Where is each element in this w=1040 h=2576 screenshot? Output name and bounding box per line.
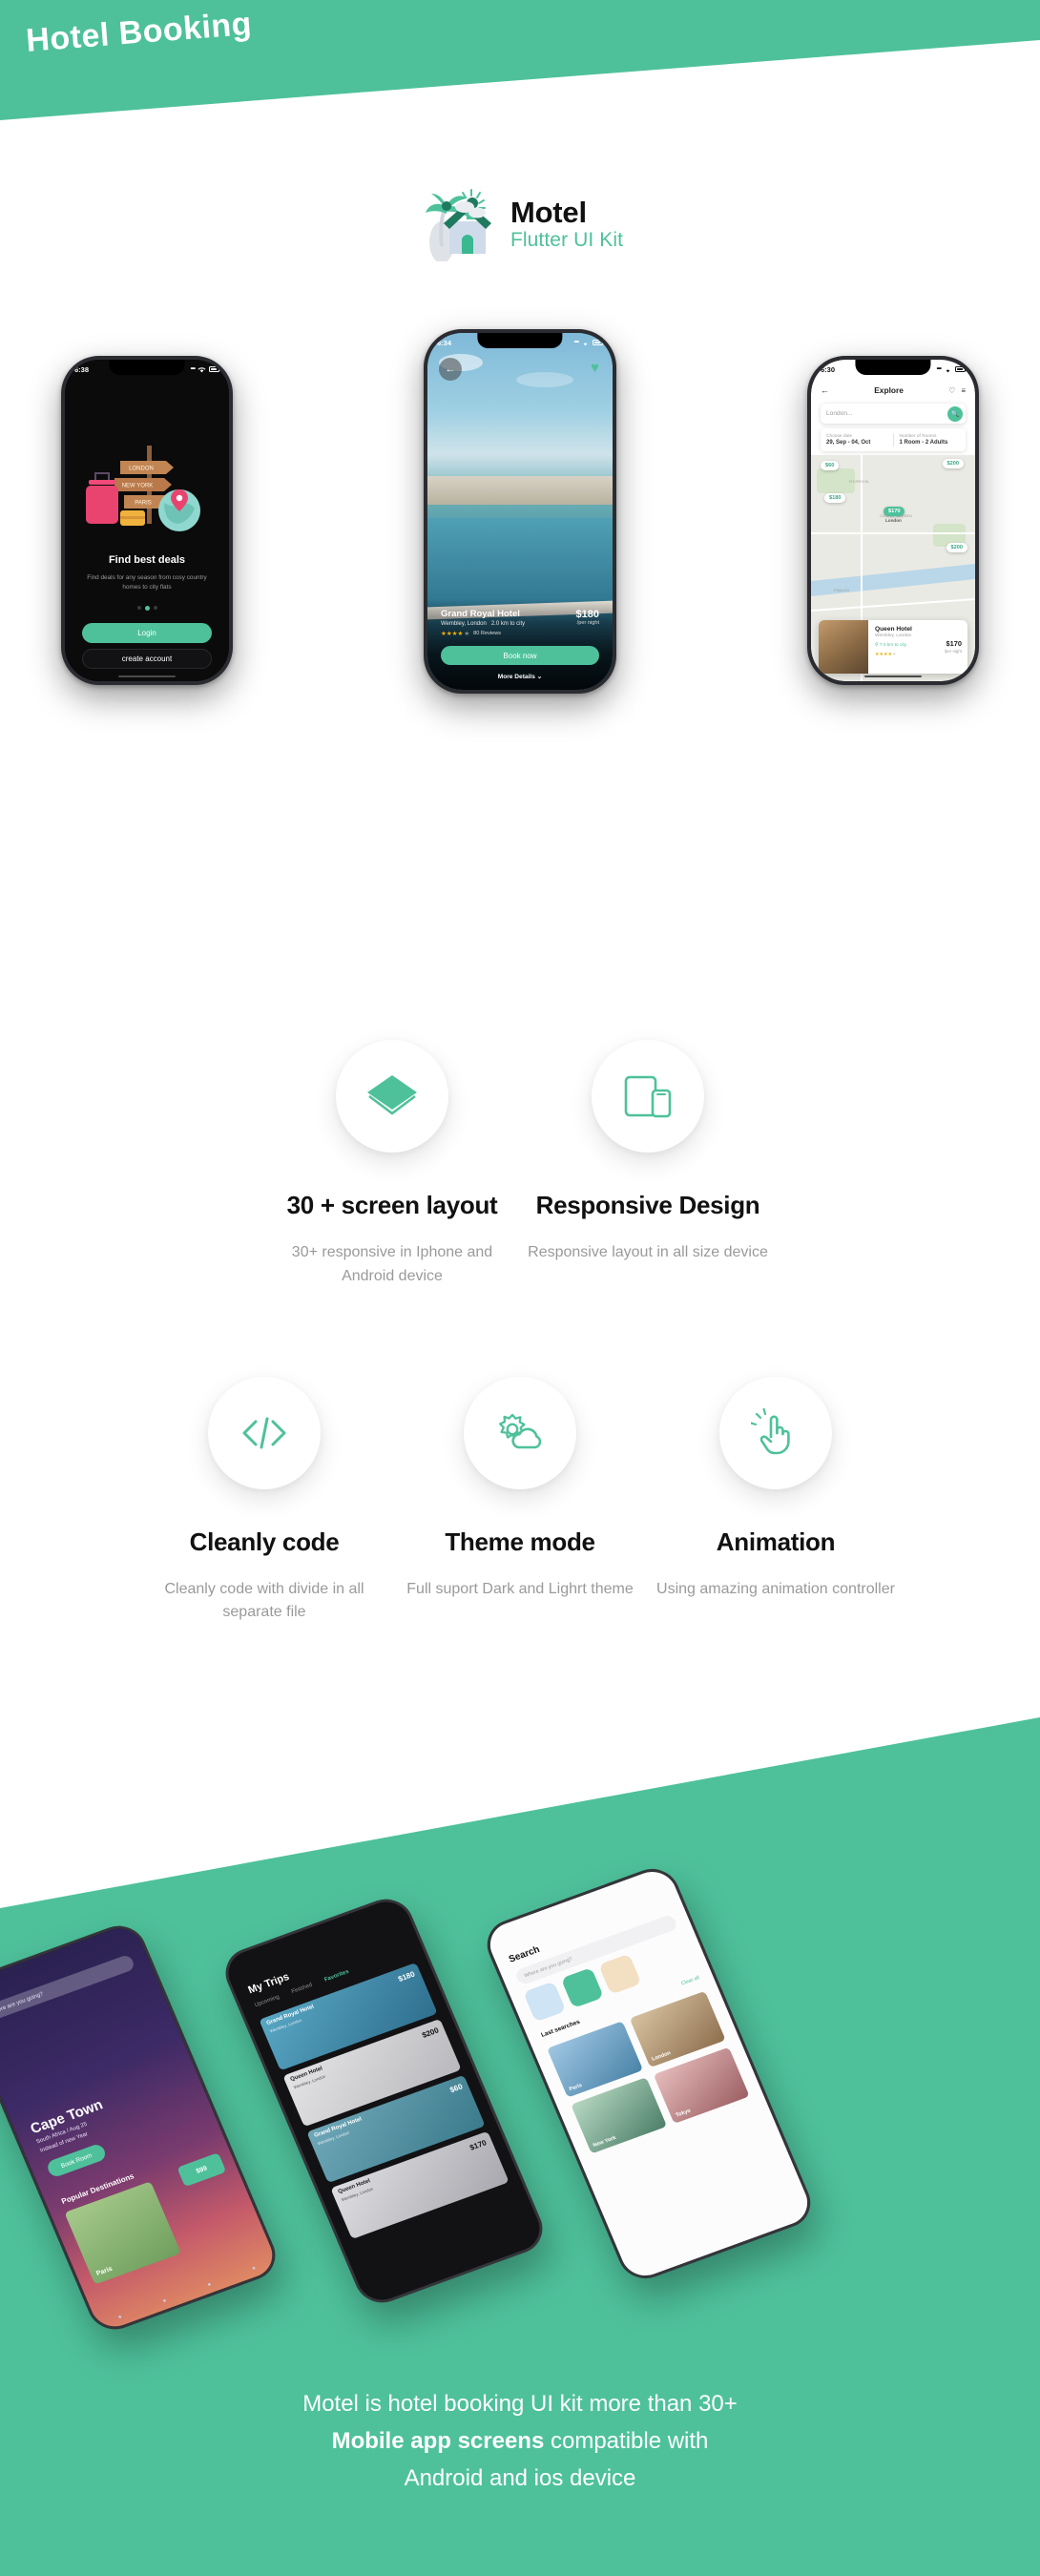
phone-onboarding: 6:38 •••• LONDON NEW YORK PARIS Find bes…: [61, 356, 233, 685]
heart-icon[interactable]: ♡: [948, 386, 955, 395]
feature-title: Animation: [716, 1527, 836, 1556]
features-section: 30 + screen layout 30+ responsive in Iph…: [0, 1040, 1040, 1625]
map-pin-city: London: [885, 518, 902, 523]
search-placeholder: London...: [826, 410, 853, 417]
create-account-button[interactable]: create account: [82, 649, 212, 669]
feature-title: Cleanly code: [189, 1527, 340, 1556]
sun-cloud-icon: [464, 1376, 576, 1489]
features-row-one: 30 + screen layout 30+ responsive in Iph…: [0, 1040, 1040, 1289]
back-arrow-icon[interactable]: ←: [821, 385, 829, 395]
logo-subtitle: Flutter UI Kit: [510, 229, 624, 252]
travel-illustration: LONDON NEW YORK PARIS: [65, 419, 229, 543]
showcase-phone-group: Where are you going? Cape Town South Afr…: [0, 1860, 1040, 2337]
book-now-button[interactable]: Book now: [441, 646, 599, 665]
layers-icon: [336, 1040, 448, 1153]
hotel-name: Grand Royal Hotel: [441, 609, 520, 619]
hotel-location: Wembley, London: [441, 621, 487, 627]
footer-text: Motel is hotel booking UI kit more than …: [0, 2386, 1040, 2498]
tap-hand-icon: [719, 1376, 832, 1489]
hotel-distance: 2.0 km to city: [490, 621, 526, 627]
footer-line-2-bold: Mobile app screens: [331, 2428, 545, 2455]
footer-line-3: Android and ios device: [404, 2465, 636, 2492]
svg-text:LONDON: LONDON: [129, 467, 154, 472]
onboarding-title: Find best deals: [108, 554, 186, 566]
hotel-price: $180: [575, 609, 599, 620]
feature-theme-mode: Theme mode Full suport Dark and Lighrt t…: [392, 1376, 648, 1626]
rooms-filter[interactable]: Number of Rooms 1 Room - 2 Adults: [894, 434, 967, 446]
palm-house-logo-icon: [417, 187, 497, 261]
result-hotel-sub: Wembley, London: [875, 634, 912, 638]
logo-name: Motel: [510, 195, 587, 229]
notch: [855, 360, 931, 375]
hotel-thumbnail: [819, 620, 868, 674]
filter-icon[interactable]: ≡: [961, 386, 966, 395]
filter-bar: Choose date 29, Sep - 04, Oct Number of …: [821, 428, 966, 451]
phone-explore-map: 6:30 •••• ← Explore ♡ ≡ London... 🔍 Choo…: [807, 356, 979, 685]
feature-title: Responsive Design: [535, 1191, 760, 1219]
footer-line-2-rest: compatible with: [544, 2428, 709, 2455]
feature-title: Theme mode: [445, 1527, 595, 1556]
status-time-right: 6:30: [821, 364, 836, 374]
onboarding-dots: [65, 606, 229, 611]
map-label: FITZROVIA: [849, 480, 869, 484]
more-details-link[interactable]: More Details ⌄: [441, 673, 599, 680]
phone-hotel-detail: 6:34 •••• ← ♥ Grand Royal Hotel Wembley,…: [424, 329, 616, 694]
onboarding-description: Find deals for any season from cosy coun…: [87, 574, 207, 591]
search-icon[interactable]: 🔍: [947, 405, 963, 422]
feature-desc: Responsive layout in all size device: [528, 1244, 768, 1260]
map-price-pin[interactable]: $200: [946, 543, 967, 552]
map-price-pin[interactable]: $60: [821, 461, 840, 470]
feature-desc: Cleanly code with divide in all separate…: [164, 1580, 364, 1621]
home-indicator: [864, 675, 922, 677]
status-time-center: 6:34: [437, 338, 452, 347]
date-filter[interactable]: Choose date 29, Sep - 04, Oct: [821, 434, 893, 446]
notch: [109, 360, 185, 375]
map-price-pin[interactable]: $200: [942, 459, 964, 468]
search-input[interactable]: London... 🔍: [821, 404, 966, 424]
hotel-rating: ★★★★ ★ 80 Reviews: [441, 631, 502, 637]
feature-screen-layout: 30 + screen layout 30+ responsive in Iph…: [264, 1040, 520, 1289]
footer-line-1: Motel is hotel booking UI kit more than …: [302, 2391, 738, 2418]
home-indicator: [118, 675, 176, 677]
svg-text:PARIS: PARIS: [135, 501, 152, 507]
feature-desc: Using amazing animation controller: [656, 1580, 895, 1597]
features-row-two: Cleanly code Cleanly code with divide in…: [0, 1376, 1040, 1626]
status-icons: ••••: [574, 340, 604, 346]
map-view[interactable]: FITZROVIA COVENT GARDEN PIMLICO $60 $200…: [811, 455, 975, 681]
hotel-info-card: Grand Royal Hotel Wembley, London 2.0 km…: [427, 599, 613, 690]
notch: [477, 333, 563, 348]
showcase-price-badge: $99: [177, 2152, 227, 2188]
login-button[interactable]: Login: [82, 623, 212, 643]
map-price-pin[interactable]: $180: [824, 493, 846, 503]
feature-cleanly-code: Cleanly code Cleanly code with divide in…: [136, 1376, 392, 1626]
result-hotel-price-unit: /per night: [944, 649, 962, 654]
explore-title: Explore: [874, 385, 904, 395]
map-price-pin-active[interactable]: $170: [884, 507, 905, 516]
hotel-result-card[interactable]: Queen Hotel Wembley, London ⚲ 7.0 km to …: [819, 620, 967, 674]
feature-desc: Full suport Dark and Lighrt theme: [406, 1580, 634, 1597]
feature-animation: Animation Using amazing animation contro…: [648, 1376, 904, 1626]
hero-phone-group: 6:38 •••• LONDON NEW YORK PARIS Find bes…: [0, 329, 1040, 720]
showcase-search-input[interactable]: Where are you going?: [0, 1953, 136, 2024]
map-label: PIMLICO: [834, 589, 850, 592]
devices-icon: [592, 1040, 704, 1153]
showcase-clear-all[interactable]: Clear all: [680, 1975, 700, 1986]
back-arrow-icon[interactable]: ←: [439, 358, 462, 381]
showcase-last-searches: Last searches: [540, 2018, 581, 2039]
status-icons: ••••: [191, 366, 220, 373]
code-icon: [208, 1376, 321, 1489]
feature-responsive-design: Responsive Design Responsive layout in a…: [520, 1040, 776, 1289]
hotel-reviews: 80 Reviews: [473, 631, 502, 636]
feature-title: 30 + screen layout: [286, 1191, 498, 1219]
result-hotel-price: $170: [946, 639, 962, 648]
brand-logo: Motel Flutter UI Kit: [0, 187, 1040, 261]
feature-desc: 30+ responsive in Iphone and Android dev…: [291, 1244, 493, 1284]
result-hotel-name: Queen Hotel: [875, 626, 912, 633]
heart-icon[interactable]: ♥: [591, 360, 599, 376]
status-icons: ••••: [937, 366, 967, 373]
hotel-price-unit: /per night: [576, 620, 599, 626]
svg-text:NEW YORK: NEW YORK: [122, 484, 154, 489]
status-time-left: 6:38: [74, 364, 90, 374]
